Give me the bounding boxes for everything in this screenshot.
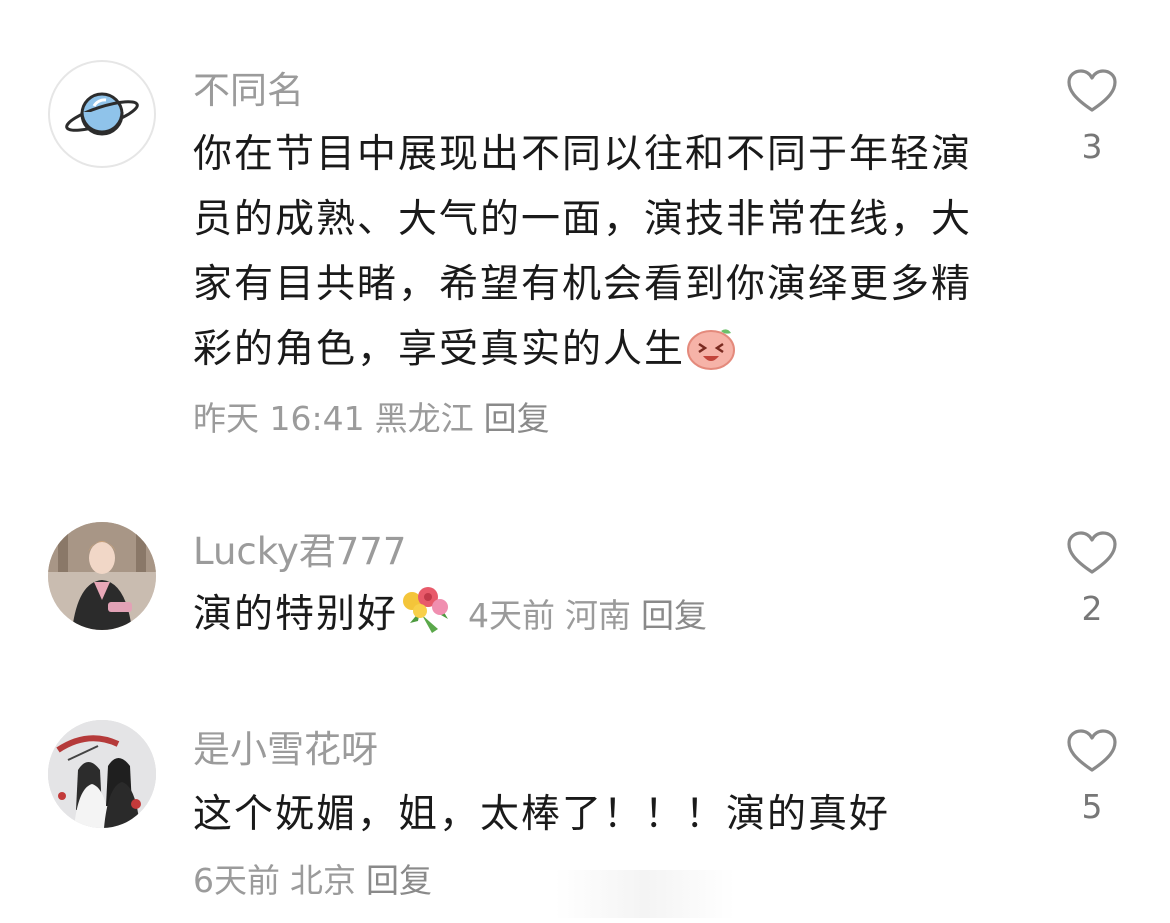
avatar[interactable] bbox=[48, 720, 156, 828]
like-button[interactable]: 3 bbox=[1060, 68, 1124, 163]
comment-text-content: 演的特别好 bbox=[193, 592, 399, 637]
heart-icon bbox=[1067, 729, 1117, 772]
laughing-face-emoji bbox=[685, 325, 737, 390]
comment-author[interactable]: 是小雪花呀 bbox=[193, 731, 378, 768]
comment-time: 4天前 bbox=[468, 596, 556, 635]
heart-icon bbox=[1067, 531, 1117, 574]
like-button[interactable]: 5 bbox=[1060, 728, 1124, 823]
avatar[interactable] bbox=[48, 60, 156, 168]
illustration-avatar bbox=[48, 720, 156, 828]
comment-text-content: 这个妩媚，姐，太棒了！！！演的真好 bbox=[193, 792, 891, 837]
avatar[interactable] bbox=[48, 522, 156, 630]
like-button[interactable]: 2 bbox=[1060, 530, 1124, 625]
comment-text: 这个妩媚，姐，太棒了！！！演的真好 bbox=[193, 782, 1013, 847]
planet-icon bbox=[65, 92, 139, 136]
comment-text: 演的特别好 4天前 河南 回复 bbox=[193, 582, 1013, 655]
comment-location: 黑龙江 bbox=[374, 399, 474, 438]
like-count: 2 bbox=[1081, 589, 1103, 628]
photo-avatar bbox=[48, 522, 156, 630]
comment-location: 北京 bbox=[290, 861, 356, 900]
like-count: 3 bbox=[1081, 127, 1103, 166]
comment-meta: 6天前 北京 回复 bbox=[193, 864, 442, 897]
reply-button[interactable]: 回复 bbox=[484, 399, 550, 438]
watermark-overlay bbox=[435, 870, 735, 918]
heart-icon bbox=[1067, 69, 1117, 112]
comment-meta: 4天前 河南 回复 bbox=[468, 596, 717, 635]
reply-button[interactable]: 回复 bbox=[366, 861, 432, 900]
comment-author[interactable]: Lucky君777 bbox=[193, 533, 406, 570]
comment-meta: 昨天 16:41 黑龙江 回复 bbox=[193, 402, 560, 435]
comment-author[interactable]: 不同名 bbox=[193, 72, 304, 109]
comment-text-content: 你在节目中展现出不同以往和不同于年轻演员的成熟、大气的一面，演技非常在线，大家有… bbox=[193, 132, 973, 372]
comment-location: 河南 bbox=[565, 596, 632, 635]
bouquet-emoji bbox=[398, 585, 454, 655]
comment-text: 你在节目中展现出不同以往和不同于年轻演员的成熟、大气的一面，演技非常在线，大家有… bbox=[193, 122, 993, 390]
comment-time: 昨天 16:41 bbox=[193, 399, 365, 438]
comment-time: 6天前 bbox=[193, 861, 280, 900]
reply-button[interactable]: 回复 bbox=[641, 596, 707, 635]
like-count: 5 bbox=[1081, 787, 1103, 826]
